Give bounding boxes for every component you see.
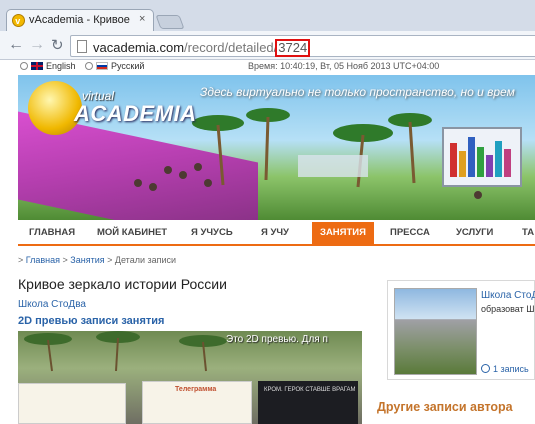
nav-press[interactable]: ПРЕССА	[390, 222, 430, 244]
records-count-link[interactable]: 1 запись	[481, 364, 529, 374]
school-thumbnail[interactable]	[394, 288, 477, 375]
preview-doc-right: КРОМ. ГЕРОК СТАВШЕ ВРАГАМ	[258, 381, 358, 424]
russian-radio[interactable]	[85, 62, 93, 70]
vacademia-favicon-icon: v	[12, 14, 25, 27]
back-arrow-icon[interactable]: ←	[8, 36, 24, 54]
new-tab-button[interactable]	[155, 15, 185, 29]
russia-flag-icon	[96, 62, 108, 70]
presentation-screen	[442, 127, 522, 187]
record-preview[interactable]: Телеграмма КРОМ. ГЕРОК СТАВШЕ ВРАГАМ Это…	[18, 331, 362, 424]
reload-icon[interactable]: ↻	[51, 36, 64, 54]
preview-caption: Это 2D превью. Для п	[226, 334, 328, 345]
english-radio[interactable]	[20, 62, 28, 70]
school-card: Школа СтоД образоват Школа углу английск…	[387, 280, 535, 380]
preview-doc-center: Телеграмма	[142, 381, 252, 424]
nav-more[interactable]: ТА	[522, 222, 534, 244]
breadcrumb: > Главная > Занятия > Детали записи	[18, 255, 177, 265]
svg-text:v: v	[15, 16, 20, 26]
preview-doc-title: Телеграмма	[175, 386, 217, 393]
school-description: образоват Школа углу английский литерату…	[481, 304, 535, 314]
forward-arrow-icon[interactable]: →	[29, 36, 45, 54]
preview-heading: 2D превью записи занятия	[18, 315, 165, 327]
school-name-link[interactable]: Школа СтоД	[481, 290, 535, 301]
other-records-title: Другие записи автора	[377, 400, 513, 414]
banner-slogan: Здесь виртуально не только пространство,…	[200, 85, 515, 99]
server-time: Время: 10:40:19, Вт, 05 Нояб 2013 UTC+04…	[248, 61, 440, 71]
browser-tab[interactable]: v vAcademia - Кривое зерка ×	[6, 9, 154, 31]
breadcrumb-home[interactable]: Главная	[26, 255, 60, 265]
browser-toolbar: ← → ↻ vacademia.com/record/detailed/3724	[0, 31, 535, 60]
site-top-line: English Русский Время: 10:40:19, Вт, 05 …	[0, 60, 535, 75]
nav-services[interactable]: УСЛУГИ	[456, 222, 493, 244]
uk-flag-icon	[31, 62, 43, 70]
page-title: Кривое зеркало истории России	[18, 276, 227, 292]
preview-doc-left	[18, 383, 126, 424]
nav-my-cabinet[interactable]: МОЙ КАБИНЕТ	[97, 222, 167, 244]
page-icon	[77, 40, 87, 53]
breadcrumb-current: Детали записи	[114, 255, 177, 265]
logo-academia-text[interactable]: ACADEMIA	[74, 101, 197, 127]
info-icon	[481, 364, 490, 373]
nav-home[interactable]: ГЛАВНАЯ	[29, 222, 75, 244]
site-banner: virtual ACADEMIA Здесь виртуально не тол…	[18, 75, 535, 220]
tab-close-icon[interactable]: ×	[139, 13, 145, 25]
breadcrumb-classes[interactable]: Занятия	[70, 255, 104, 265]
nav-classes[interactable]: ЗАНЯТИЯ	[312, 222, 374, 244]
school-link[interactable]: Школа СтоДва	[18, 299, 86, 310]
address-bar[interactable]: vacademia.com/record/detailed/3724	[70, 35, 535, 57]
browser-tab-strip: v vAcademia - Кривое зерка ×	[0, 0, 535, 31]
language-russian[interactable]: Русский	[85, 61, 144, 71]
language-english[interactable]: English	[20, 61, 76, 71]
tab-title: vAcademia - Кривое зерка	[29, 14, 133, 26]
nav-i-teach[interactable]: Я УЧУ	[261, 222, 289, 244]
nav-i-study[interactable]: Я УЧУСЬ	[191, 222, 233, 244]
address-url[interactable]: vacademia.com/record/detailed/3724	[93, 39, 311, 57]
record-id-highlight: 3724	[275, 39, 311, 57]
main-navigation: ГЛАВНАЯ МОЙ КАБИНЕТ Я УЧУСЬ Я УЧУ ЗАНЯТИ…	[18, 222, 535, 246]
